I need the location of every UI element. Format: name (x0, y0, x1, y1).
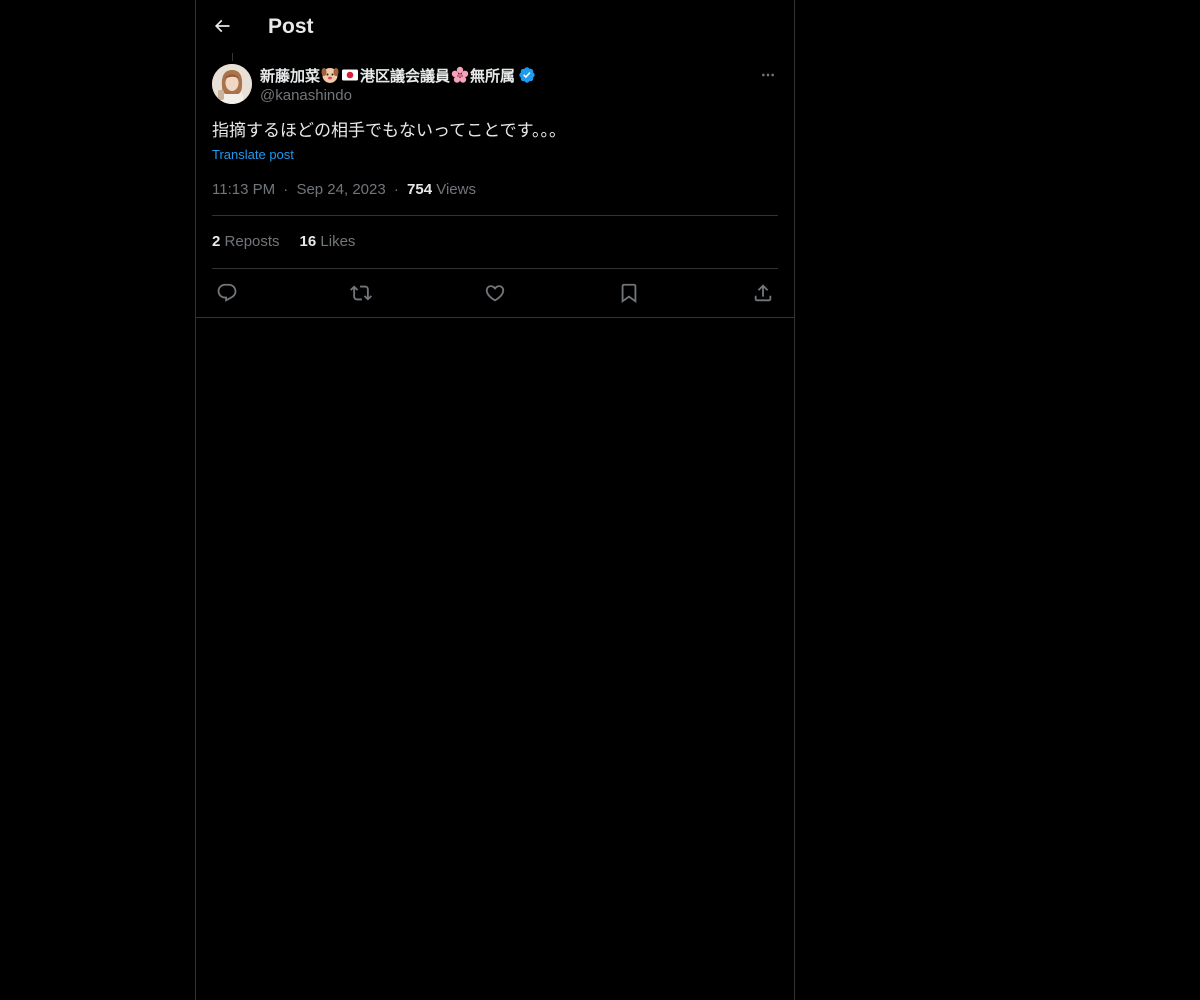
views-count: 754 (407, 181, 433, 198)
tweet-time[interactable]: 11:13 PM (212, 181, 275, 198)
divider (212, 268, 778, 269)
bookmark-icon (618, 282, 640, 304)
display-name[interactable]: 新藤加菜 港区議会議員 無所属 (260, 64, 537, 86)
thread-connector-line (232, 53, 233, 61)
cherry-blossom-emoji (451, 66, 469, 84)
more-horizontal-icon (760, 67, 776, 83)
dog-face-emoji (321, 66, 339, 84)
tweet-actions (212, 280, 778, 306)
share-icon (752, 282, 774, 304)
reposts-label: Reposts (224, 233, 280, 250)
tweet-meta: 11:13 PM · Sep 24, 2023 · 754 Views (212, 180, 476, 200)
likes-stat[interactable]: 16 Likes (300, 232, 356, 252)
share-button[interactable] (750, 280, 776, 306)
likes-label: Likes (320, 233, 356, 250)
like-button[interactable] (482, 280, 508, 306)
post-header: Post (196, 0, 794, 53)
reposts-stat[interactable]: 2 Reposts (212, 232, 280, 252)
views-label: Views (436, 181, 476, 198)
arrow-left-icon (212, 16, 232, 36)
display-name-part1: 新藤加菜 (260, 67, 321, 85)
tweet-bottom-border (196, 317, 794, 318)
more-options-button[interactable] (758, 64, 778, 86)
reply-icon (216, 282, 238, 304)
reposts-count: 2 (212, 233, 221, 250)
likes-count: 16 (299, 233, 317, 250)
display-name-part2: 港区議会議員 (360, 67, 451, 85)
tweet-date[interactable]: Sep 24, 2023 (296, 181, 385, 198)
reply-button[interactable] (214, 280, 240, 306)
back-button[interactable] (208, 12, 236, 40)
display-name-part3: 無所属 (470, 67, 516, 85)
avatar[interactable] (212, 64, 252, 104)
meta-separator: · (393, 181, 399, 198)
repost-button[interactable] (348, 280, 374, 306)
tweet-text: 指摘するほどの相手でもないってことです。。。 (212, 121, 566, 140)
repost-icon (350, 282, 372, 304)
divider (212, 215, 778, 216)
verified-badge-icon[interactable] (518, 66, 536, 84)
translate-post-link[interactable]: Translate post (212, 146, 294, 164)
page-title: Post (268, 15, 314, 38)
meta-separator: · (283, 181, 289, 198)
like-icon (484, 282, 506, 304)
post-column: Post 新藤加菜 港区議会議員 無所属 @kanashindo 指摘するほどの… (195, 0, 795, 1000)
tweet-stats: 2 Reposts 16 Likes (212, 232, 355, 252)
author-info: 新藤加菜 港区議会議員 無所属 @kanashindo (260, 64, 537, 106)
japan-flag-emoji (341, 66, 359, 84)
bookmark-button[interactable] (616, 280, 642, 306)
author-handle[interactable]: @kanashindo (260, 86, 537, 106)
